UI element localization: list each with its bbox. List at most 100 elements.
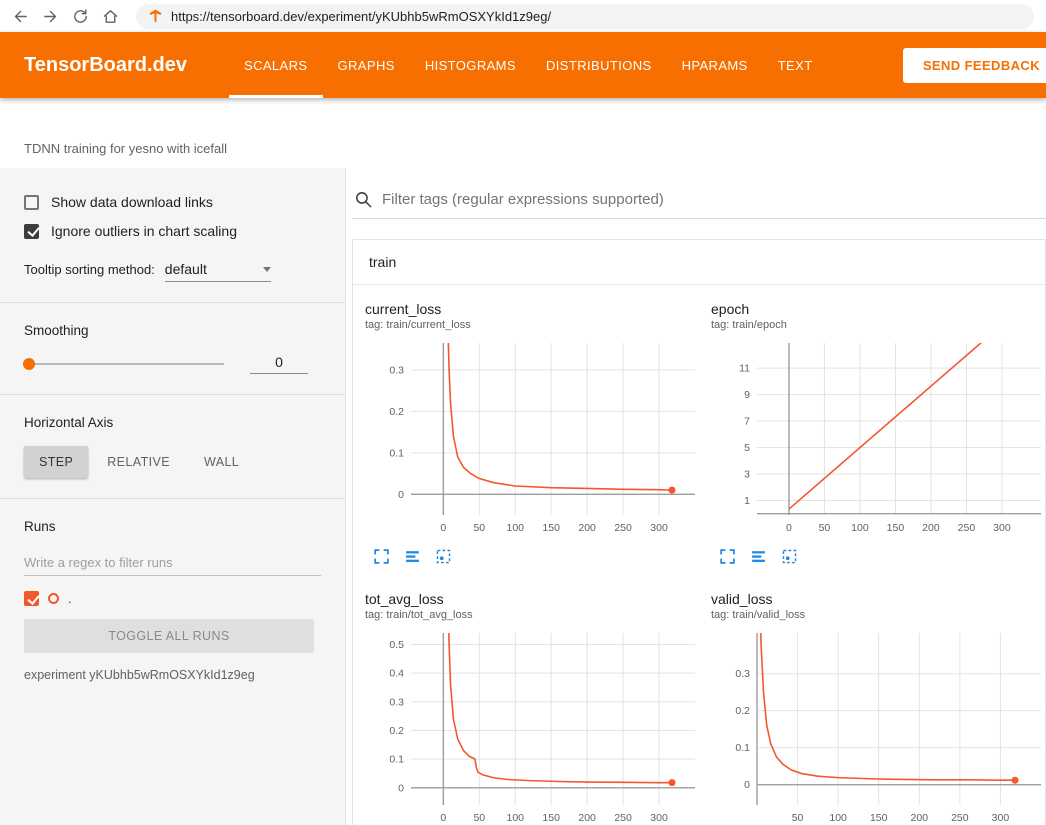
chart-tag: tag: train/current_loss [365, 319, 701, 331]
tab-scalars[interactable]: SCALARS [229, 32, 323, 98]
smoothing-value[interactable]: 0 [250, 354, 308, 374]
line-chart[interactable]: 1357911050100150200250300 [711, 338, 1046, 540]
svg-text:3: 3 [744, 468, 750, 480]
experiment-description: TDNN training for yesno with icefall [0, 98, 1046, 168]
svg-text:0.1: 0.1 [735, 742, 750, 754]
chart-tag: tag: train/tot_avg_loss [365, 609, 701, 621]
forward-icon[interactable] [42, 8, 59, 25]
scalar-chart-card: tot_avg_loss tag: train/tot_avg_loss 0 0.… [365, 591, 701, 825]
svg-text:0.3: 0.3 [735, 668, 750, 680]
smoothing-slider[interactable] [24, 363, 224, 365]
svg-text:0: 0 [744, 779, 750, 791]
divider [0, 394, 345, 395]
tab-text[interactable]: TEXT [763, 32, 828, 98]
svg-text:150: 150 [887, 522, 905, 534]
send-feedback-button[interactable]: SEND FEEDBACK [903, 48, 1046, 83]
svg-text:250: 250 [614, 812, 632, 824]
smoothing-row: 0 [24, 354, 321, 374]
svg-text:200: 200 [911, 812, 929, 824]
chart-title: epoch [711, 301, 1046, 317]
fullscreen-icon[interactable] [719, 548, 736, 565]
svg-text:0.2: 0.2 [389, 406, 404, 418]
tag-filter-row [352, 184, 1046, 219]
tooltip-sorting-dropdown[interactable]: default [165, 261, 271, 282]
y-axis-toggle-icon[interactable] [750, 548, 767, 565]
home-icon[interactable] [102, 8, 119, 25]
ignore-outliers-row[interactable]: Ignore outliers in chart scaling [24, 223, 321, 239]
url-text: https://tensorboard.dev/experiment/yKUbh… [171, 9, 551, 24]
tag-filter-input[interactable] [382, 191, 1046, 208]
svg-text:0.1: 0.1 [389, 447, 404, 459]
chart-plot[interactable]: 00.10.20.30.40.5050100150200250300 [365, 628, 701, 825]
smoothing-slider-knob[interactable] [23, 358, 35, 370]
svg-text:9: 9 [744, 389, 750, 401]
chart-title: valid_loss [711, 591, 1046, 607]
svg-text:0: 0 [440, 522, 446, 534]
chart-plot[interactable]: 00.10.20.3050100150200250300 [365, 338, 701, 545]
y-axis-toggle-icon[interactable] [404, 548, 421, 565]
svg-text:150: 150 [542, 812, 560, 824]
scalar-chart-card: epoch tag: train/epoch 13579110501001502… [711, 301, 1046, 565]
run-checkbox[interactable] [24, 591, 39, 606]
section-title[interactable]: train [353, 240, 1045, 285]
tooltip-sorting-row: Tooltip sorting method: default [24, 261, 321, 282]
run-row[interactable]: . [24, 591, 321, 606]
axis-button-wall[interactable]: WALL [189, 446, 254, 478]
fit-domain-icon[interactable] [781, 548, 798, 565]
axis-button-step[interactable]: STEP [24, 446, 88, 478]
divider [0, 302, 345, 303]
ignore-outliers-label: Ignore outliers in chart scaling [51, 223, 237, 239]
tab-distributions[interactable]: DISTRIBUTIONS [531, 32, 667, 98]
svg-text:300: 300 [650, 522, 668, 534]
svg-text:100: 100 [506, 812, 524, 824]
svg-text:100: 100 [829, 812, 847, 824]
reload-icon[interactable] [72, 8, 89, 25]
chart-toolbar [365, 548, 701, 565]
scalar-chart-card: current_loss tag: train/current_loss 0 0.… [365, 301, 701, 565]
nav-tabs: SCALARSGRAPHSHISTOGRAMSDISTRIBUTIONSHPAR… [229, 32, 828, 98]
tab-graphs[interactable]: GRAPHS [323, 32, 410, 98]
svg-text:0.4: 0.4 [389, 668, 404, 680]
app-header: TensorBoard.dev SCALARSGRAPHSHISTOGRAMSD… [0, 32, 1046, 98]
ignore-outliers-checkbox[interactable] [24, 224, 39, 239]
svg-text:0.2: 0.2 [735, 705, 750, 717]
line-chart[interactable]: 00.10.20.350100150200250300 [711, 628, 1046, 825]
back-icon[interactable] [12, 8, 29, 25]
chart-tag: tag: train/epoch [711, 319, 1046, 331]
line-chart[interactable]: 00.10.20.30.40.5050100150200250300 [365, 628, 701, 825]
svg-text:200: 200 [578, 812, 596, 824]
svg-text:300: 300 [650, 812, 668, 824]
svg-text:0: 0 [440, 812, 446, 824]
fit-domain-icon[interactable] [435, 548, 452, 565]
svg-text:250: 250 [614, 522, 632, 534]
svg-text:150: 150 [870, 812, 888, 824]
chevron-down-icon [263, 267, 271, 272]
chart-title: current_loss [365, 301, 701, 317]
svg-text:300: 300 [992, 812, 1010, 824]
run-color-swatch[interactable] [48, 593, 59, 604]
chart-plot[interactable]: 1357911050100150200250300 [711, 338, 1046, 545]
svg-text:7: 7 [744, 416, 750, 428]
tooltip-sorting-value: default [165, 261, 207, 277]
line-chart[interactable]: 00.10.20.3050100150200250300 [365, 338, 701, 540]
svg-text:0.2: 0.2 [389, 725, 404, 737]
tab-hparams[interactable]: HPARAMS [667, 32, 763, 98]
chart-plot[interactable]: 00.10.20.350100150200250300 [711, 628, 1046, 825]
horizontal-axis-label: Horizontal Axis [24, 415, 321, 430]
tab-histograms[interactable]: HISTOGRAMS [410, 32, 531, 98]
chart-title: tot_avg_loss [365, 591, 701, 607]
runs-filter-input[interactable] [24, 550, 321, 576]
tensorboard-favicon [148, 9, 163, 24]
toggle-all-runs-button[interactable]: TOGGLE ALL RUNS [24, 619, 314, 653]
svg-text:100: 100 [851, 522, 869, 534]
show-download-links-checkbox[interactable] [24, 195, 39, 210]
divider [0, 498, 345, 499]
fullscreen-icon[interactable] [373, 548, 390, 565]
axis-button-relative[interactable]: RELATIVE [92, 446, 185, 478]
svg-text:50: 50 [819, 522, 831, 534]
svg-text:0: 0 [786, 522, 792, 534]
smoothing-label: Smoothing [24, 323, 321, 338]
show-download-links-row[interactable]: Show data download links [24, 194, 321, 210]
address-bar[interactable]: https://tensorboard.dev/experiment/yKUbh… [136, 4, 1034, 29]
svg-text:0.3: 0.3 [389, 696, 404, 708]
